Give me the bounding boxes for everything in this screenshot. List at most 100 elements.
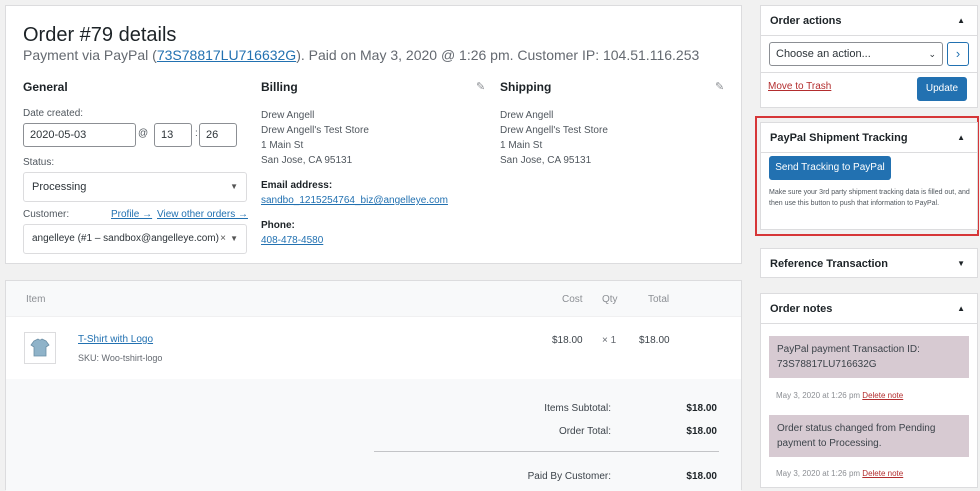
item-cost: $18.00 <box>552 335 583 346</box>
order-notes-box: Order notes ▲ PayPal payment Transaction… <box>760 293 978 488</box>
product-sku: SKU: Woo-tshirt-logo <box>78 353 163 363</box>
shipping-heading: Shipping <box>500 80 552 94</box>
email-label: Email address: <box>261 180 333 191</box>
order-action-placeholder: Choose an action... <box>776 48 871 60</box>
edit-billing-pencil-icon[interactable]: ✎ <box>476 80 485 93</box>
cost-column-header: Cost <box>562 294 583 305</box>
page-title: Order #79 details <box>23 24 177 46</box>
order-actions-box: Order actions ▲ Choose an action... ⌄ › … <box>760 5 978 108</box>
tracking-description: Make sure your 3rd party shipment tracki… <box>769 189 970 207</box>
paid-value: $18.00 <box>686 471 717 482</box>
reference-transaction-title: Reference Transaction <box>770 258 888 270</box>
item-column-header: Item <box>26 294 46 305</box>
note-meta: May 3, 2020 at 1:26 pm Delete note <box>776 469 903 478</box>
totals-divider <box>374 451 719 452</box>
billing-name: Drew Angell <box>261 110 315 121</box>
order-items-panel: Item Cost Qty Total T-Shirt with Logo SK… <box>5 280 742 491</box>
qty-column-header: Qty <box>602 294 618 305</box>
status-label: Status: <box>23 157 55 168</box>
customer-label: Customer: <box>23 209 70 220</box>
view-other-orders-link[interactable]: View other orders → <box>157 209 248 220</box>
expand-icon[interactable]: ▼ <box>957 259 965 268</box>
minute-input[interactable]: 26 <box>199 123 237 147</box>
date-input[interactable]: 2020-05-03 <box>23 123 136 147</box>
customer-value: angelleye (#1 – sandbox@angelleye.com) <box>32 233 219 244</box>
email-link[interactable]: sandbo_1215254764_biz@angelleye.com <box>261 193 486 208</box>
note-timestamp: May 3, 2020 at 1:26 pm <box>776 391 861 400</box>
note-timestamp: May 3, 2020 at 1:26 pm <box>776 469 861 478</box>
apply-action-button[interactable]: › <box>947 42 969 66</box>
update-button[interactable]: Update <box>917 77 967 101</box>
collapse-icon[interactable]: ▲ <box>957 133 965 142</box>
items-table-header: Item Cost Qty Total <box>6 281 741 317</box>
paypal-tracking-title: PayPal Shipment Tracking <box>770 132 908 144</box>
order-subtitle: Payment via PayPal (73S78817LU716632G). … <box>23 47 699 63</box>
paid-label: Paid By Customer: <box>527 471 611 482</box>
status-value: Processing <box>32 181 87 193</box>
subtotal-value: $18.00 <box>686 403 717 414</box>
product-link[interactable]: T-Shirt with Logo <box>78 334 153 345</box>
note-meta: May 3, 2020 at 1:26 pm Delete note <box>776 391 903 400</box>
paypal-tracking-header[interactable]: PayPal Shipment Tracking ▲ <box>761 123 977 153</box>
reference-transaction-box: Reference Transaction ▼ <box>760 248 978 278</box>
clear-icon[interactable]: × <box>220 225 226 253</box>
send-tracking-button[interactable]: Send Tracking to PayPal <box>769 156 891 180</box>
tshirt-icon <box>30 338 50 357</box>
billing-company: Drew Angell's Test Store <box>261 125 369 136</box>
billing-heading: Billing <box>261 80 298 94</box>
shipping-section: Shipping Drew Angell Drew Angell's Test … <box>500 80 725 168</box>
shipping-street: 1 Main St <box>500 140 543 151</box>
order-total-value: $18.00 <box>686 426 717 437</box>
chevron-down-icon: ▼ <box>230 182 238 191</box>
billing-city: San Jose, CA 95131 <box>261 155 353 166</box>
phone-link[interactable]: 408-478-4580 <box>261 233 486 248</box>
delete-note-link[interactable]: Delete note <box>862 391 903 400</box>
edit-shipping-pencil-icon[interactable]: ✎ <box>715 80 724 93</box>
transaction-id-link[interactable]: 73S78817LU716632G <box>157 47 296 63</box>
delete-note-link[interactable]: Delete note <box>862 469 903 478</box>
product-thumbnail <box>24 332 56 364</box>
total-column-header: Total <box>648 294 670 305</box>
date-created-label: Date created: <box>23 108 84 119</box>
status-select[interactable]: Processing ▼ <box>23 172 247 202</box>
order-data-panel: Order #79 details Payment via PayPal (73… <box>5 5 742 264</box>
profile-link[interactable]: Profile → <box>111 209 152 220</box>
shipping-address: Drew Angell Drew Angell's Test Store 1 M… <box>500 108 725 168</box>
hour-input[interactable]: 13 <box>154 123 192 147</box>
shipping-city: San Jose, CA 95131 <box>500 155 592 166</box>
billing-section: Billing Drew Angell Drew Angell's Test S… <box>261 80 486 248</box>
order-totals: Items Subtotal: $18.00 Order Total: $18.… <box>6 379 741 491</box>
divider <box>761 72 977 73</box>
payment-suffix: ). Paid on May 3, 2020 @ 1:26 pm. Custom… <box>296 47 700 63</box>
shipping-company: Drew Angell's Test Store <box>500 125 608 136</box>
phone-label: Phone: <box>261 220 295 231</box>
table-row: T-Shirt with Logo SKU: Woo-tshirt-logo $… <box>6 317 741 379</box>
general-heading: General <box>23 80 68 94</box>
general-section: General Date created: 2020-05-03 @ 13 : … <box>23 80 250 254</box>
item-qty: × 1 <box>602 335 617 346</box>
reference-transaction-header[interactable]: Reference Transaction ▼ <box>761 249 977 279</box>
item-total: $18.00 <box>639 335 670 346</box>
collapse-icon[interactable]: ▲ <box>957 16 965 25</box>
move-to-trash-link[interactable]: Move to Trash <box>768 81 831 92</box>
order-notes-title: Order notes <box>770 303 833 315</box>
customer-select[interactable]: angelleye (#1 – sandbox@angelleye.com) ×… <box>23 224 247 254</box>
billing-street: 1 Main St <box>261 140 304 151</box>
at-label: @ <box>138 128 149 139</box>
note-item: PayPal payment Transaction ID: 73S78817L… <box>769 336 969 378</box>
payment-prefix: Payment via PayPal ( <box>23 47 157 63</box>
chevron-down-icon: ▼ <box>230 234 238 243</box>
note-item: Order status changed from Pending paymen… <box>769 415 969 457</box>
order-actions-header[interactable]: Order actions ▲ <box>761 6 977 36</box>
paypal-tracking-box: PayPal Shipment Tracking ▲ Send Tracking… <box>760 122 978 230</box>
time-separator: : <box>195 128 198 139</box>
shipping-name: Drew Angell <box>500 110 554 121</box>
order-action-select[interactable]: Choose an action... ⌄ <box>769 42 943 66</box>
order-notes-header[interactable]: Order notes ▲ <box>761 294 977 324</box>
order-actions-title: Order actions <box>770 15 842 27</box>
collapse-icon[interactable]: ▲ <box>957 304 965 313</box>
subtotal-label: Items Subtotal: <box>544 403 611 414</box>
order-total-label: Order Total: <box>558 426 611 437</box>
chevron-down-icon: ⌄ <box>928 49 936 59</box>
billing-address: Drew Angell Drew Angell's Test Store 1 M… <box>261 108 486 168</box>
